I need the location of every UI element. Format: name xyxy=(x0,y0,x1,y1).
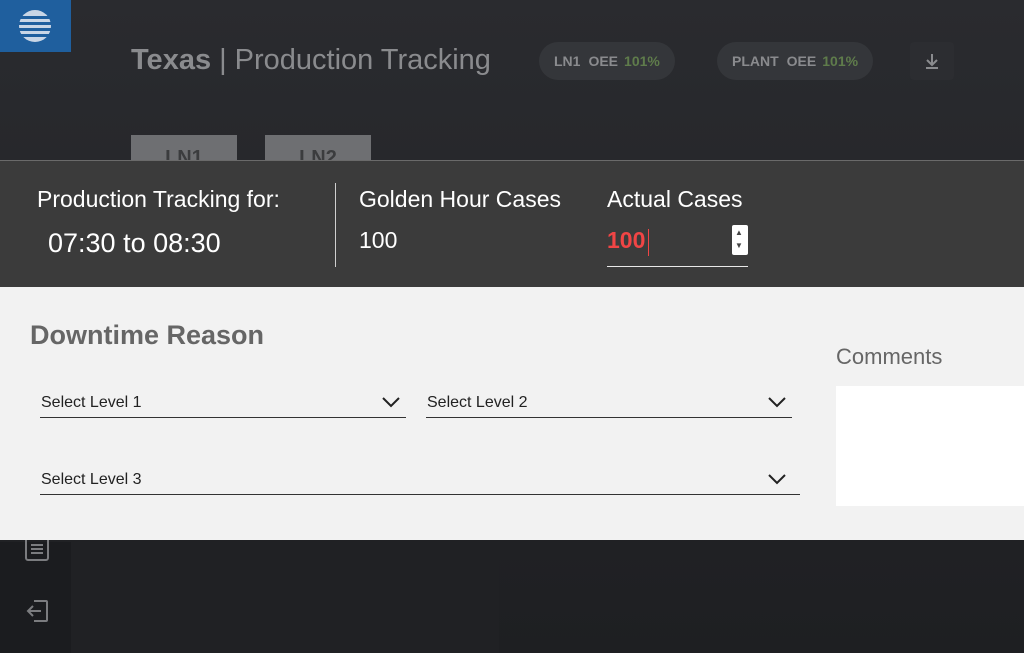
chevron-down-icon xyxy=(382,397,400,408)
actual-cases-label: Actual Cases xyxy=(607,186,743,212)
app-logo[interactable] xyxy=(0,0,71,52)
downtime-panel: Downtime Reason Select Level 1 Select Le… xyxy=(0,287,1024,540)
page-title: Texas | Production Tracking xyxy=(131,44,491,77)
downtime-title: Downtime Reason xyxy=(30,320,265,350)
level1-select[interactable]: Select Level 1 xyxy=(40,386,406,418)
golden-hour-value: 100 xyxy=(359,227,398,253)
comments-label: Comments xyxy=(836,344,943,369)
plant-oee-pill: PLANT OEE 101% xyxy=(717,42,874,80)
title-separator: | xyxy=(219,44,227,76)
stepper-down-icon[interactable]: ▼ xyxy=(735,242,743,250)
band-divider xyxy=(335,183,336,267)
download-button[interactable] xyxy=(910,42,954,80)
tracking-for-label: Production Tracking for: xyxy=(37,186,280,212)
number-stepper[interactable]: ▲ ▼ xyxy=(732,225,748,255)
actual-cases-input[interactable]: 100 ▲ ▼ xyxy=(607,221,748,267)
golden-hour-label: Golden Hour Cases xyxy=(359,186,561,212)
pill-line-label: LN1 xyxy=(554,53,581,69)
ln1-oee-pill: LN1 OEE 101% xyxy=(539,42,675,80)
text-caret xyxy=(648,229,649,256)
pill-line-label: PLANT xyxy=(732,53,779,69)
pill-value: 101% xyxy=(822,53,859,69)
pill-value: 101% xyxy=(624,53,660,69)
pill-metric-label: OEE xyxy=(588,53,619,69)
globe-logo-icon xyxy=(18,10,52,42)
pill-metric-label: OEE xyxy=(786,53,817,69)
list-icon[interactable] xyxy=(24,536,50,567)
time-range: 07:30 to 08:30 xyxy=(48,228,221,258)
page-title-text: Production Tracking xyxy=(234,44,491,76)
level3-select[interactable]: Select Level 3 xyxy=(40,463,800,495)
comments-textarea[interactable] xyxy=(836,386,1024,506)
level3-placeholder: Select Level 3 xyxy=(41,471,142,488)
background-content-area xyxy=(71,542,499,653)
actual-cases-value: 100 xyxy=(607,227,646,253)
side-menu xyxy=(0,537,71,653)
chevron-down-icon xyxy=(768,397,786,408)
download-icon xyxy=(926,54,938,69)
level1-placeholder: Select Level 1 xyxy=(41,394,142,411)
production-tracking-band: Production Tracking for: 07:30 to 08:30 … xyxy=(0,160,1024,287)
level2-placeholder: Select Level 2 xyxy=(427,394,528,411)
chevron-down-icon xyxy=(768,474,786,485)
logout-icon[interactable] xyxy=(24,598,50,629)
stepper-up-icon[interactable]: ▲ xyxy=(735,229,743,237)
location-name: Texas xyxy=(131,44,212,76)
level2-select[interactable]: Select Level 2 xyxy=(426,386,792,418)
